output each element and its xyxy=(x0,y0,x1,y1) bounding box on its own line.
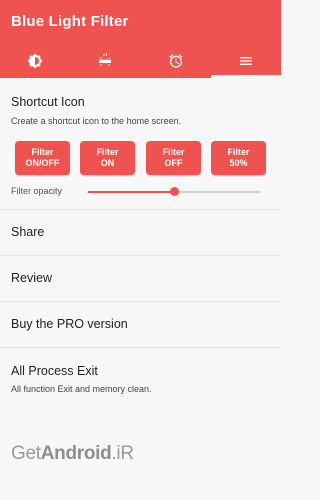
app-bar: Blue Light Filter xyxy=(0,0,281,78)
tab-bar xyxy=(0,44,281,78)
watermark-part2: Android xyxy=(40,443,112,464)
alarm-clock-icon xyxy=(168,54,183,68)
review-item[interactable]: Review xyxy=(0,256,281,302)
button-line1: Filter xyxy=(227,147,250,157)
all-process-exit-item[interactable]: All Process Exit All function Exit and m… xyxy=(0,348,281,408)
filter-off-button[interactable]: Filter OFF xyxy=(146,141,201,175)
shortcut-title: Shortcut Icon xyxy=(11,95,85,109)
filter-on-off-button[interactable]: Filter ON/OFF xyxy=(15,141,70,175)
tab-alarm[interactable] xyxy=(141,44,211,78)
filter-opacity-slider[interactable] xyxy=(88,187,260,196)
shortcut-buttons: Filter ON/OFF Filter ON Filter OFF Filte… xyxy=(15,141,267,177)
button-line1: Filter xyxy=(31,147,54,157)
review-label: Review xyxy=(11,271,52,285)
button-line2: 50% xyxy=(229,158,248,168)
filter-on-button[interactable]: Filter ON xyxy=(80,141,135,175)
slider-fill xyxy=(88,191,174,193)
button-line1: Filter xyxy=(96,147,119,157)
brightness-icon xyxy=(27,53,43,69)
tab-menu[interactable] xyxy=(210,44,281,78)
buy-pro-label: Buy the PRO version xyxy=(11,317,128,331)
watermark: GetAndroid.iR xyxy=(11,443,134,465)
button-line1: Filter xyxy=(162,147,185,157)
screen-dim-icon xyxy=(99,53,112,66)
watermark-part1: Get xyxy=(11,443,41,464)
tab-brightness[interactable] xyxy=(0,44,70,78)
tab-screen-filter[interactable] xyxy=(70,44,140,78)
button-line2: ON xyxy=(100,158,115,168)
share-item[interactable]: Share xyxy=(0,210,281,256)
app-title: Blue Light Filter xyxy=(11,13,129,30)
settings-list: Shortcut Icon Create a shortcut icon to … xyxy=(0,78,281,408)
filter-50-button[interactable]: Filter 50% xyxy=(211,141,266,175)
watermark-part3: .iR xyxy=(111,443,134,464)
filter-opacity-label: Filter opacity xyxy=(11,186,63,196)
shortcut-subtitle: Create a shortcut icon to the home scree… xyxy=(11,116,182,126)
exit-subtitle: All function Exit and memory clean. xyxy=(11,384,152,394)
button-line2: ON/OFF xyxy=(25,158,60,168)
slider-thumb[interactable] xyxy=(169,187,179,196)
share-label: Share xyxy=(11,225,45,239)
button-line2: OFF xyxy=(164,158,183,168)
exit-title: All Process Exit xyxy=(11,364,98,378)
buy-pro-item[interactable]: Buy the PRO version xyxy=(0,302,281,348)
app-screen: Blue Light Filter Shortcut Icon Create a… xyxy=(0,0,281,500)
shortcut-section: Shortcut Icon Create a shortcut icon to … xyxy=(0,78,281,210)
menu-icon xyxy=(239,57,252,65)
